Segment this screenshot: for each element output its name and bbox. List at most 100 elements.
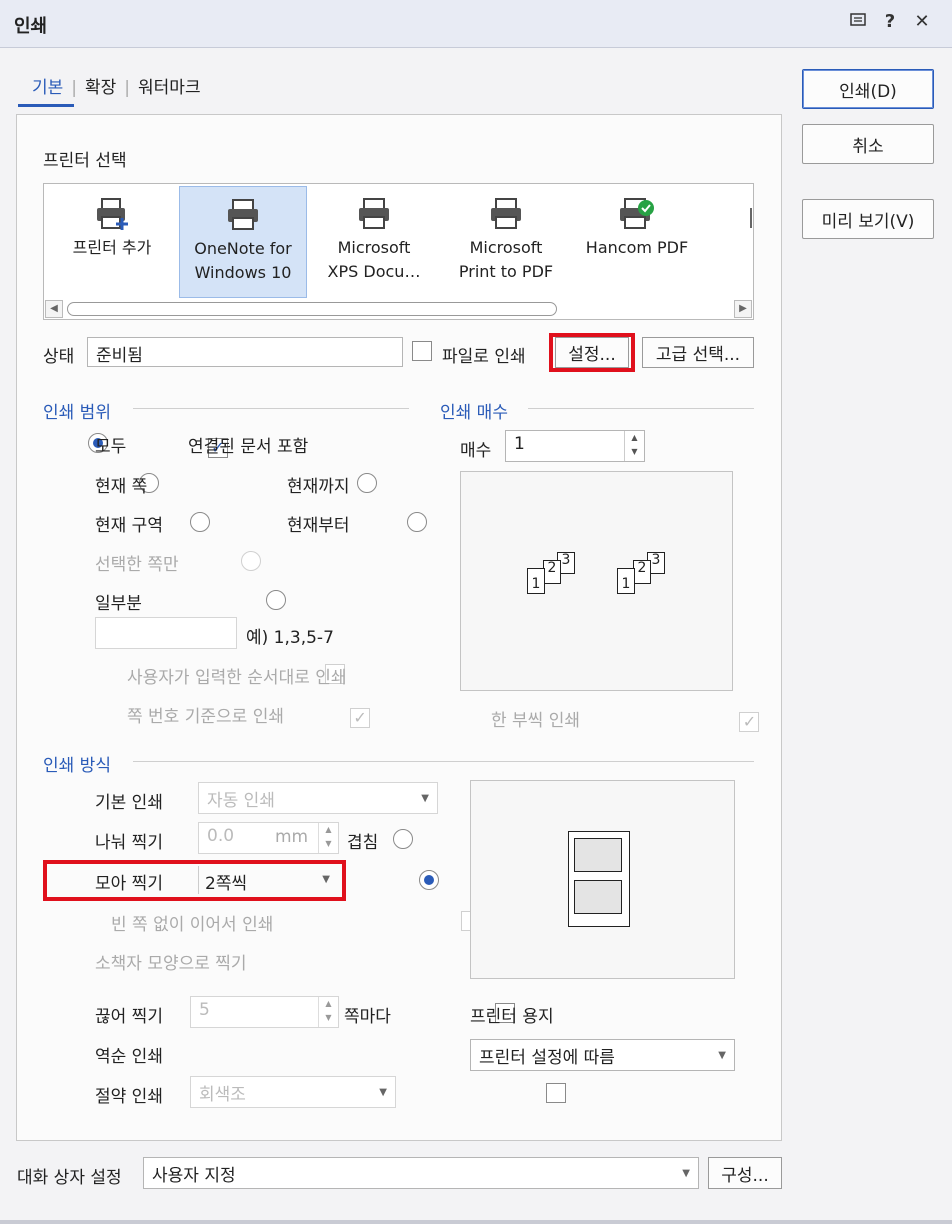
printer-icon <box>356 196 392 232</box>
copies-preview: 3 2 1 3 2 1 <box>460 471 733 691</box>
range-current-section-label: 현재 구역 <box>95 516 163 536</box>
printer-name-2: Print to PDF <box>458 262 554 281</box>
page-thumb: 2 <box>543 560 561 584</box>
reverse-label: 역순 인쇄 <box>95 1047 163 1067</box>
printer-item-add[interactable]: 프린터 추가 <box>48 186 176 298</box>
basic-print-label: 기본 인쇄 <box>95 793 163 813</box>
copies-label: 매수 <box>460 441 492 461</box>
method-divider <box>133 761 754 762</box>
nup-label: 모아 찍기 <box>95 874 163 894</box>
printer-icon <box>488 196 524 232</box>
advanced-button[interactable]: 고급 선택... <box>642 337 754 368</box>
paper-select[interactable]: 프린터 설정에 따름 ▼ <box>470 1039 735 1071</box>
save-select[interactable]: 회색조 ▼ <box>190 1076 396 1108</box>
copies-spinner[interactable]: ▲ ▼ <box>624 431 644 461</box>
copies-value: 1 <box>514 434 525 454</box>
range-partial-label: 일부분 <box>95 594 142 614</box>
copies-heading: 인쇄 매수 <box>440 403 508 423</box>
nup-page <box>574 880 622 914</box>
overlap-label: 겹침 <box>347 833 379 853</box>
dialog-settings-value: 사용자 지정 <box>152 1166 236 1186</box>
printer-name: OneNote for <box>194 239 292 258</box>
partial-hint: 예) 1,3,5-7 <box>246 628 334 648</box>
scroll-left-icon[interactable]: ◀ <box>45 300 63 318</box>
dialog-settings-select[interactable]: 사용자 지정 ▼ <box>143 1157 699 1189</box>
partial-pages-input[interactable] <box>95 617 237 649</box>
tab-extended[interactable]: 확장 <box>85 73 116 98</box>
chevron-down-icon: ▼ <box>682 1168 690 1179</box>
split-input[interactable]: 5 ▲ ▼ <box>190 996 339 1028</box>
print-to-file-checkbox[interactable] <box>412 341 432 361</box>
tab-separator: | <box>124 78 131 98</box>
tile-spinner[interactable]: ▲ ▼ <box>318 823 338 853</box>
nup-select[interactable]: 2쪽씩 ▼ <box>198 866 338 894</box>
status-label: 상태 <box>43 347 75 367</box>
cancel-button-label: 취소 <box>852 136 884 157</box>
save-checkbox[interactable] <box>545 1083 566 1103</box>
page-thumb: 1 <box>617 568 635 594</box>
nup-page <box>574 838 622 872</box>
printer-item-hancom[interactable]: Hancom PDF <box>573 186 701 298</box>
printer-select-label: 프린터 선택 <box>43 151 127 171</box>
active-tab-indicator <box>18 104 74 107</box>
printer-name: Microsoft <box>337 238 411 257</box>
page-number-checkbox: ✓ <box>350 708 371 728</box>
chevron-down-icon: ▼ <box>718 1050 726 1061</box>
range-selected-label: 선택한 쪽만 <box>95 555 179 575</box>
tab-watermark[interactable]: 워터마크 <box>138 73 201 98</box>
save-label: 절약 인쇄 <box>95 1087 163 1107</box>
copies-divider <box>528 408 754 409</box>
printer-item-onenote[interactable]: OneNote for Windows 10 <box>179 186 307 298</box>
preview-button[interactable]: 미리 보기(V) <box>802 199 934 239</box>
configure-button[interactable]: 구성... <box>708 1157 782 1189</box>
printer-name: Microsoft <box>469 238 543 257</box>
range-divider <box>133 408 409 409</box>
bottom-edge <box>0 1220 952 1224</box>
tab-separator: | <box>71 78 78 98</box>
printer-item-xps[interactable]: Microsoft XPS Docu… <box>310 186 438 298</box>
tile-input[interactable]: 0.0 mm ▲ ▼ <box>198 822 339 854</box>
status-value: 준비됨 <box>96 346 143 366</box>
copies-input[interactable]: 1 ▲ ▼ <box>505 430 645 462</box>
scroll-right-icon[interactable]: ▶ <box>734 300 752 318</box>
split-label: 끊어 찍기 <box>95 1007 163 1027</box>
title-bar <box>0 0 952 48</box>
range-current-page-label: 현재 쪽 <box>95 477 148 497</box>
configure-button-label: 구성... <box>721 1165 769 1186</box>
basic-print-select[interactable]: 자동 인쇄 ▼ <box>198 782 438 814</box>
preview-button-label: 미리 보기(V) <box>821 211 915 232</box>
paper-label: 프린터 용지 <box>470 1007 554 1027</box>
cancel-button[interactable]: 취소 <box>802 124 934 164</box>
printer-scrollbar[interactable]: ◀ ▶ <box>45 300 752 318</box>
split-value: 5 <box>199 1000 210 1020</box>
split-spinner[interactable]: ▲ ▼ <box>318 997 338 1027</box>
no-blank-label: 빈 쪽 없이 이어서 인쇄 <box>111 915 274 935</box>
range-to-current-radio[interactable] <box>356 473 377 493</box>
printer-name: Hancom PDF <box>585 238 689 257</box>
printer-list[interactable]: 프린터 추가 OneNote for Windows 10 Microsoft … <box>43 183 754 320</box>
chevron-down-icon: ▼ <box>421 793 429 804</box>
printer-item-pdf[interactable]: Microsoft Print to PDF <box>442 186 570 298</box>
range-selected-radio <box>240 551 261 571</box>
range-all-label: 모두 <box>95 437 127 457</box>
settings-button[interactable]: 설정... <box>555 337 629 368</box>
close-icon[interactable]: ✕ <box>910 11 934 32</box>
save-value: 회색조 <box>199 1085 246 1105</box>
print-to-file-label: 파일로 인쇄 <box>442 347 526 367</box>
printer-name-2: XPS Docu… <box>327 262 421 281</box>
range-from-current-label: 현재부터 <box>287 516 350 536</box>
dialog-settings-label: 대화 상자 설정 <box>17 1168 122 1188</box>
chevron-down-icon: ▼ <box>322 874 330 885</box>
tile-unit: mm <box>275 827 309 847</box>
nup-radio[interactable] <box>418 870 439 890</box>
print-button[interactable]: 인쇄(D) <box>802 69 934 109</box>
method-preview <box>470 780 735 979</box>
memo-icon[interactable] <box>846 11 870 34</box>
print-button-label: 인쇄(D) <box>839 81 897 102</box>
tab-basic[interactable]: 기본 <box>32 73 63 98</box>
split-suffix: 쪽마다 <box>344 1007 391 1027</box>
scroll-thumb[interactable] <box>67 302 557 316</box>
help-icon[interactable]: ? <box>878 11 902 32</box>
include-linked-label: 연결된 문서 포함 <box>188 437 309 457</box>
range-current-section-radio[interactable] <box>190 512 211 532</box>
